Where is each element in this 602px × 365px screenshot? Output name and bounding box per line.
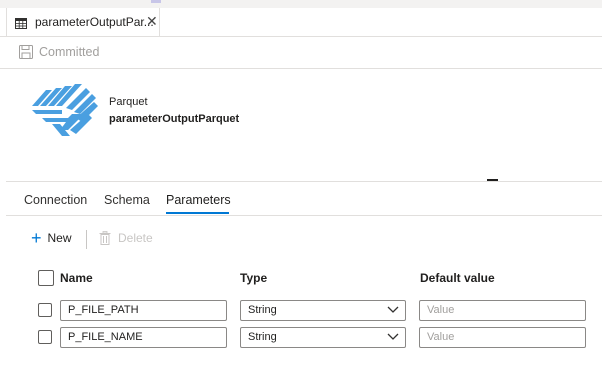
grid-header: Name Type Default value	[0, 266, 602, 290]
delete-label: Delete	[118, 231, 153, 245]
tab-schema[interactable]: Schema	[104, 193, 150, 207]
tab-connection[interactable]: Connection	[24, 193, 87, 207]
param-default-input[interactable]: Value	[419, 327, 586, 348]
table-icon	[15, 16, 27, 34]
header-default-value: Default value	[420, 271, 495, 285]
committed-label: Committed	[39, 45, 100, 59]
table-row: P_FILE_PATH String Value	[0, 300, 602, 322]
header-type: Type	[240, 271, 268, 285]
divider	[86, 230, 87, 249]
tab-title: parameterOutputPar...	[35, 15, 154, 29]
row-checkbox[interactable]	[38, 303, 52, 317]
dataset-name: parameterOutputParquet	[109, 113, 240, 125]
row-checkbox[interactable]	[38, 330, 52, 344]
chevron-down-icon	[387, 333, 399, 340]
top-strip	[0, 0, 602, 8]
param-type-select[interactable]: String	[240, 327, 406, 348]
param-name-input[interactable]: P_FILE_PATH	[60, 300, 227, 321]
delete-button[interactable]: Delete	[99, 231, 153, 245]
param-name-input[interactable]: P_FILE_NAME	[60, 327, 227, 348]
toolbar: Committed	[0, 37, 602, 69]
select-all-checkbox[interactable]	[38, 270, 54, 286]
trash-icon	[99, 231, 111, 245]
new-label: New	[47, 231, 72, 245]
committed-status: Committed	[19, 45, 99, 59]
dataset-format: Parquet	[109, 96, 148, 108]
param-type-value: String	[248, 331, 277, 343]
plus-icon: +	[31, 228, 42, 248]
param-default-input[interactable]: Value	[419, 300, 586, 321]
close-icon[interactable]: ✕	[146, 13, 158, 29]
parameter-actions: + New Delete	[0, 229, 300, 249]
tab-parameter-output-parquet[interactable]: parameterOutputPar... ✕	[6, 8, 160, 36]
dataset-header: Parquet parameterOutputParquet	[6, 69, 602, 182]
new-button[interactable]: + New	[31, 229, 72, 247]
top-strip-marker	[151, 0, 161, 3]
header-name: Name	[60, 271, 93, 285]
parquet-logo	[32, 84, 100, 143]
save-icon	[19, 45, 33, 59]
active-tab-indicator	[166, 212, 229, 214]
table-row: P_FILE_NAME String Value	[0, 327, 602, 349]
chevron-down-icon	[387, 306, 399, 313]
subtab-bar: Connection Schema Parameters	[6, 181, 602, 216]
param-type-select[interactable]: String	[240, 300, 406, 321]
param-type-value: String	[248, 304, 277, 316]
tab-bar: parameterOutputPar... ✕	[0, 8, 602, 37]
tab-parameters[interactable]: Parameters	[166, 193, 231, 207]
